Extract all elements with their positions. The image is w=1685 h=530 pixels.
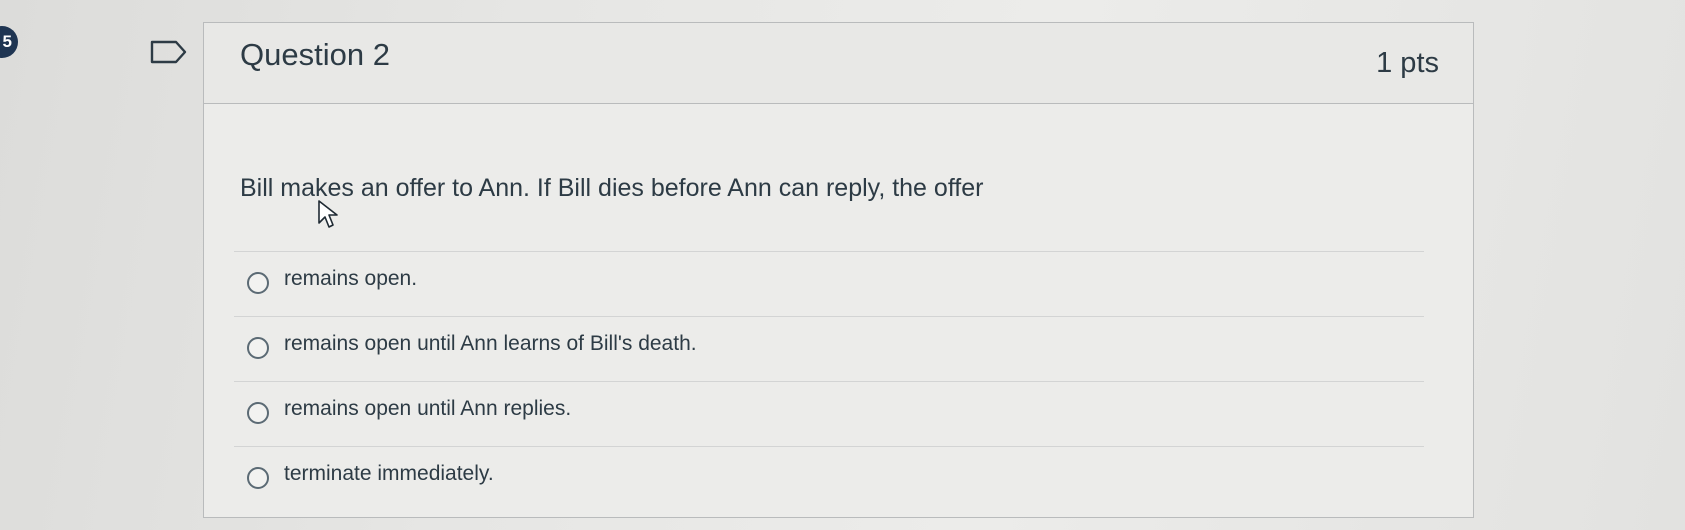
question-text: Bill makes an offer to Ann. If Bill dies…: [240, 174, 984, 202]
answer-label: remains open until Ann learns of Bill's …: [284, 332, 697, 355]
answer-list: remains open. remains open until Ann lea…: [234, 251, 1424, 511]
mouse-pointer-icon: [317, 199, 341, 236]
flag-icon: [150, 40, 187, 64]
question-title: Question 2: [240, 37, 390, 72]
radio-button[interactable]: [247, 402, 269, 424]
answer-option[interactable]: remains open until Ann learns of Bill's …: [234, 316, 1424, 381]
radio-button[interactable]: [247, 467, 269, 489]
answer-option[interactable]: terminate immediately.: [234, 446, 1424, 511]
radio-button[interactable]: [247, 272, 269, 294]
answer-label: remains open.: [284, 267, 418, 290]
answer-label: remains open until Ann replies.: [284, 397, 572, 420]
answer-label: terminate immediately.: [284, 462, 494, 485]
answer-option[interactable]: remains open until Ann replies.: [234, 381, 1424, 446]
question-points: 1 pts: [1376, 47, 1439, 79]
question-header: Question 2 1 pts: [204, 23, 1473, 104]
radio-button[interactable]: [247, 337, 269, 359]
answer-option[interactable]: remains open.: [234, 251, 1424, 316]
flag-question-button[interactable]: [150, 40, 188, 69]
question-number-badge: 5: [0, 26, 18, 58]
question-card: Question 2 1 pts Bill makes an offer to …: [203, 22, 1474, 518]
